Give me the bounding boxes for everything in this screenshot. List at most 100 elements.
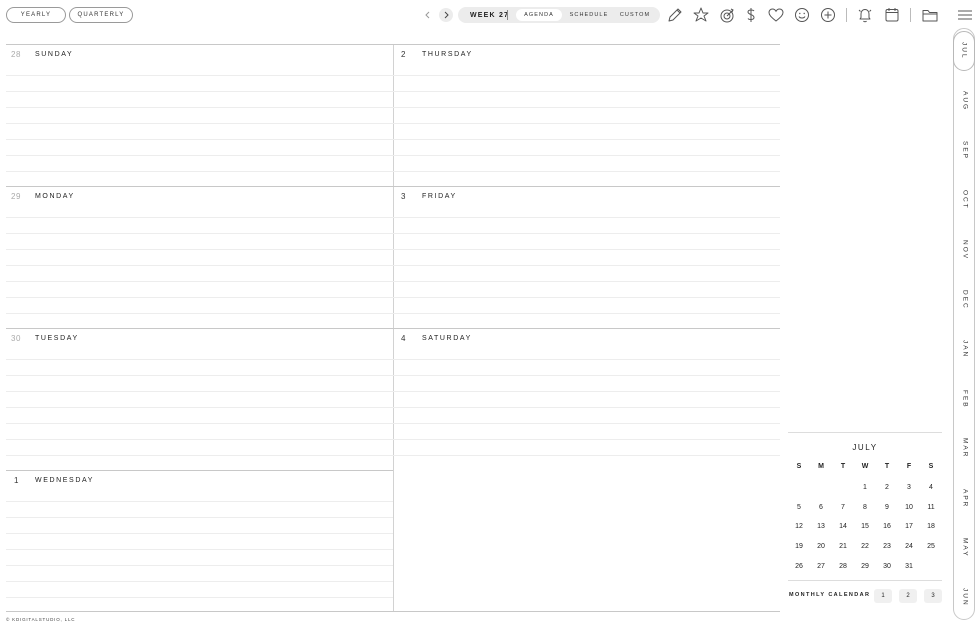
note-line [6, 107, 780, 108]
quarterly-button[interactable]: QUARTERLY [69, 7, 133, 23]
month-tab-aug[interactable]: AUG [954, 81, 976, 121]
mini-calendar-day[interactable]: 7 [832, 504, 854, 511]
heart-icon[interactable] [767, 6, 785, 24]
note-line [6, 91, 780, 92]
month-tab-label: JUL [960, 42, 968, 60]
note-line [6, 249, 780, 250]
pencil-icon[interactable] [666, 6, 684, 24]
note-line [6, 297, 780, 298]
mini-calendar-day[interactable]: 25 [920, 543, 942, 550]
menu-icon[interactable] [956, 6, 974, 24]
month-tab-label: AUG [961, 90, 969, 111]
divider [507, 10, 508, 20]
mini-calendar-day[interactable]: 16 [876, 523, 898, 530]
monthly-calendar-label: MONTHLY CALENDAR [789, 592, 871, 598]
week-grid: 28 SUNDAY 29 MONDAY 30 TUESDAY 1 WEDNESD… [6, 44, 780, 612]
mini-calendar-day[interactable]: 29 [854, 563, 876, 570]
mini-calendar-day[interactable]: 21 [832, 543, 854, 550]
yearly-button[interactable]: YEARLY [6, 7, 66, 23]
monthly-calendar-button-2[interactable]: 2 [899, 589, 917, 603]
month-tab-dec[interactable]: DEC [954, 280, 976, 320]
mini-calendar-title: JULY [852, 443, 878, 452]
tab-agenda[interactable]: AGENDA [516, 9, 562, 21]
mini-calendar-day[interactable]: 8 [854, 504, 876, 511]
mini-calendar-day[interactable]: 3 [898, 484, 920, 491]
mini-calendar-day[interactable]: 20 [810, 543, 832, 550]
note-line [6, 313, 780, 314]
month-tab-oct[interactable]: OCT [954, 180, 976, 220]
note-line [6, 139, 780, 140]
day-name: SUNDAY [35, 51, 74, 58]
month-tab-sep[interactable]: SEP [954, 130, 976, 170]
next-week-button[interactable] [439, 8, 453, 22]
folder-icon[interactable] [921, 6, 939, 24]
mini-calendar-day[interactable]: 6 [810, 504, 832, 511]
month-tab-jul[interactable]: JUL [953, 31, 975, 71]
note-line [6, 155, 780, 156]
mini-calendar-day[interactable]: 2 [876, 484, 898, 491]
mini-calendar-day[interactable]: 17 [898, 523, 920, 530]
bell-icon[interactable] [856, 6, 874, 24]
dollar-icon[interactable] [742, 6, 760, 24]
month-tab-label: NOV [961, 239, 969, 260]
note-line [6, 123, 780, 124]
month-tab-label: MAY [961, 538, 969, 558]
mini-calendar-day[interactable]: 30 [876, 563, 898, 570]
month-tab-apr[interactable]: APR [954, 478, 976, 518]
chevron-right-icon [444, 11, 449, 19]
copyright: © KDIGITALSTUDIO, LLC [6, 617, 76, 622]
mini-calendar-day[interactable]: 14 [832, 523, 854, 530]
weekday-header: T [840, 463, 846, 470]
mini-calendar-day[interactable]: 11 [920, 504, 942, 511]
section-divider [6, 186, 780, 187]
month-tab-label: FEB [961, 389, 969, 409]
weekday-header: S [796, 463, 802, 470]
month-tab-label: JAN [961, 340, 969, 359]
plus-circle-icon[interactable] [819, 6, 837, 24]
mini-calendar-day[interactable]: 26 [788, 563, 810, 570]
toolbar-divider [846, 8, 847, 22]
tab-custom[interactable]: CUSTOM [614, 9, 656, 21]
month-tab-mar[interactable]: MAR [954, 429, 976, 469]
mini-calendar-day[interactable]: 4 [920, 484, 942, 491]
mini-calendar-day[interactable]: 18 [920, 523, 942, 530]
mini-calendar-day[interactable]: 27 [810, 563, 832, 570]
mini-calendar-day[interactable]: 12 [788, 523, 810, 530]
mini-calendar-day[interactable]: 22 [854, 543, 876, 550]
monthly-calendar-button-1[interactable]: 1 [874, 589, 892, 603]
day-name: FRIDAY [422, 193, 457, 200]
mini-calendar-day[interactable]: 19 [788, 543, 810, 550]
mini-calendar-day[interactable]: 15 [854, 523, 876, 530]
week-label: WEEK 27 [470, 11, 510, 19]
note-line [6, 407, 780, 408]
month-tab-label: DEC [961, 289, 969, 310]
month-tab-jun[interactable]: JUN [954, 578, 976, 618]
prev-week-button[interactable] [421, 8, 435, 22]
month-tab-may[interactable]: MAY [954, 528, 976, 568]
note-line [6, 265, 780, 266]
tab-schedule[interactable]: SCHEDULE [566, 9, 612, 21]
mini-calendar-day[interactable]: 28 [832, 563, 854, 570]
month-tab-feb[interactable]: FEB [954, 379, 976, 419]
mini-calendar-day[interactable]: 24 [898, 543, 920, 550]
monthly-calendar-button-3[interactable]: 3 [924, 589, 942, 603]
day-name: WEDNESDAY [35, 477, 94, 484]
smiley-icon[interactable] [793, 6, 811, 24]
mini-calendar-day[interactable]: 31 [898, 563, 920, 570]
target-icon[interactable] [718, 6, 736, 24]
weekday-header: W [861, 463, 869, 470]
mini-calendar-day[interactable]: 5 [788, 504, 810, 511]
pin-icon[interactable] [692, 6, 710, 24]
day-number: 2 [401, 50, 406, 59]
mini-calendar-day[interactable]: 23 [876, 543, 898, 550]
mini-calendar-day[interactable]: 10 [898, 504, 920, 511]
day-number: 4 [401, 334, 406, 343]
month-tab-jan[interactable]: JAN [954, 329, 976, 369]
mini-calendar-day[interactable]: 1 [854, 484, 876, 491]
day-number: 28 [11, 50, 21, 59]
month-tab-nov[interactable]: NOV [954, 230, 976, 270]
mini-calendar-day[interactable]: 9 [876, 504, 898, 511]
calendar-icon[interactable] [883, 6, 901, 24]
chevron-left-icon [425, 11, 430, 19]
mini-calendar-day[interactable]: 13 [810, 523, 832, 530]
